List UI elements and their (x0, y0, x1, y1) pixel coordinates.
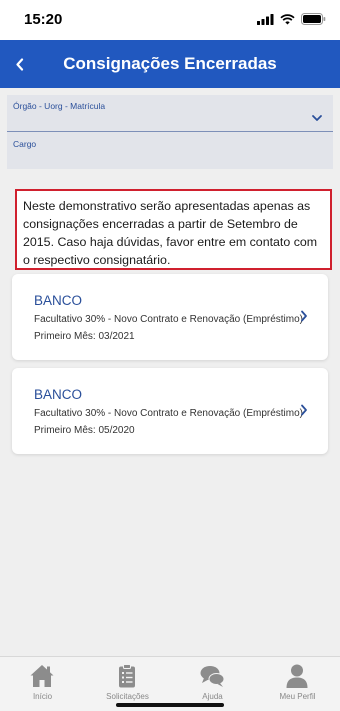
home-icon (30, 665, 54, 687)
consignment-card[interactable]: BANCO Facultativo 30% - Novo Contrato e … (12, 274, 328, 360)
orgao-select[interactable]: Órgão - Uorg - Matrícula (7, 95, 333, 132)
battery-icon (301, 13, 326, 25)
filter-fields: Órgão - Uorg - Matrícula Cargo (7, 95, 333, 169)
cargo-label: Cargo (13, 139, 37, 149)
user-icon (286, 664, 308, 688)
card-description: Facultativo 30% - Novo Contrato e Renova… (34, 314, 304, 325)
cargo-field[interactable]: Cargo (7, 133, 333, 169)
consignment-card[interactable]: BANCO Facultativo 30% - Novo Contrato e … (12, 368, 328, 454)
tab-label: Início (32, 692, 53, 701)
tab-label: Ajuda (202, 692, 223, 701)
status-bar: 15:20 (0, 0, 340, 40)
chevron-down-icon (312, 115, 322, 121)
card-first-month: Primeiro Mês: 03/2021 (34, 331, 135, 342)
status-icons (257, 12, 326, 26)
home-indicator (116, 703, 224, 707)
status-time: 15:20 (24, 11, 63, 28)
clipboard-icon (119, 664, 135, 688)
tab-label: Solicitações (106, 692, 149, 701)
orgao-label: Órgão - Uorg - Matrícula (13, 101, 106, 111)
notice-box: Neste demonstrativo serão apresentadas a… (15, 189, 332, 270)
card-bank-name: BANCO (34, 293, 83, 308)
chevron-right-icon (301, 310, 307, 322)
tab-meu-perfil[interactable]: Meu Perfil (255, 657, 340, 711)
tab-inicio[interactable]: Início (0, 657, 85, 711)
signal-icon (257, 13, 274, 25)
chevron-right-icon (301, 404, 307, 416)
card-description: Facultativo 30% - Novo Contrato e Renova… (34, 408, 304, 419)
tab-label: Meu Perfil (279, 692, 316, 701)
page-title: Consignações Encerradas (63, 54, 277, 73)
wifi-icon (280, 13, 295, 24)
card-first-month: Primeiro Mês: 05/2020 (34, 425, 135, 436)
chat-bubbles-icon (200, 666, 225, 687)
card-bank-name: BANCO (34, 387, 83, 402)
app-header: Consignações Encerradas (0, 40, 340, 88)
